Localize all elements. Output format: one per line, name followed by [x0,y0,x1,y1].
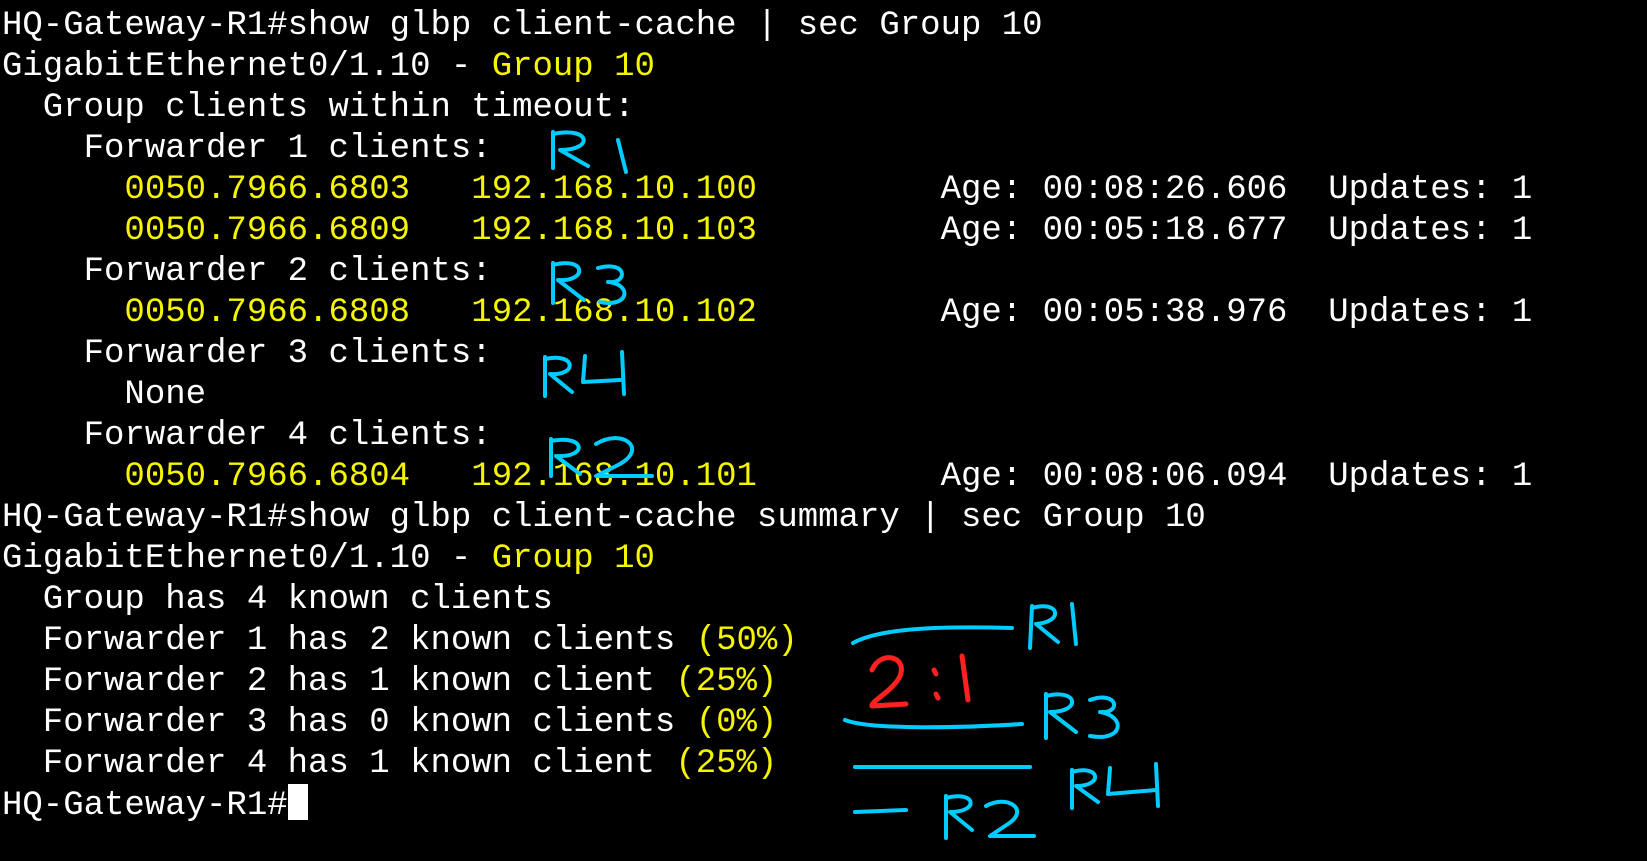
annotation-line-r2 [853,794,1036,840]
annotation-ratio [869,653,971,709]
annotation-r4-upper [543,350,626,398]
annotation-line-r1 [851,602,1078,650]
annotation-r1-upper [551,130,628,174]
annotation-r3-upper [551,261,627,305]
handwritten-annotations [543,130,1160,840]
terminal-window[interactable]: HQ-Gateway-R1#show glbp client-cache | s… [0,0,1647,861]
annotation-r2-upper [549,436,654,478]
annotation-line-r3 [843,692,1120,740]
